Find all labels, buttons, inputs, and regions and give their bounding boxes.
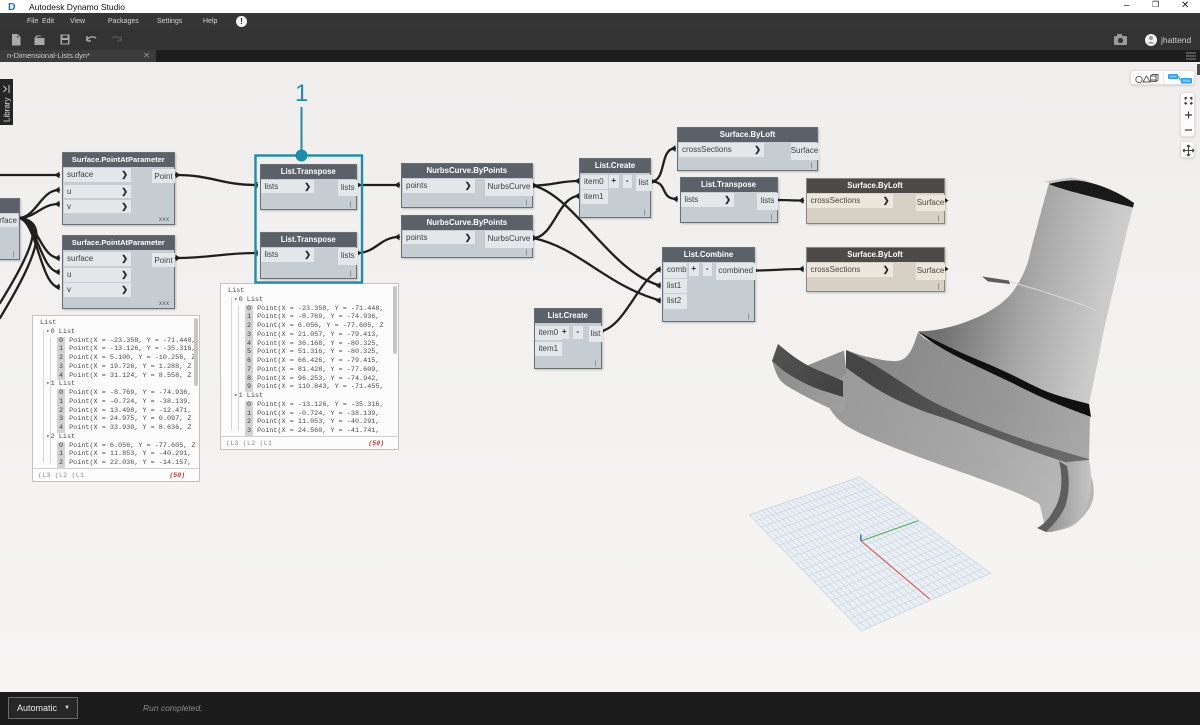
svg-text:1: 1	[295, 80, 308, 107]
